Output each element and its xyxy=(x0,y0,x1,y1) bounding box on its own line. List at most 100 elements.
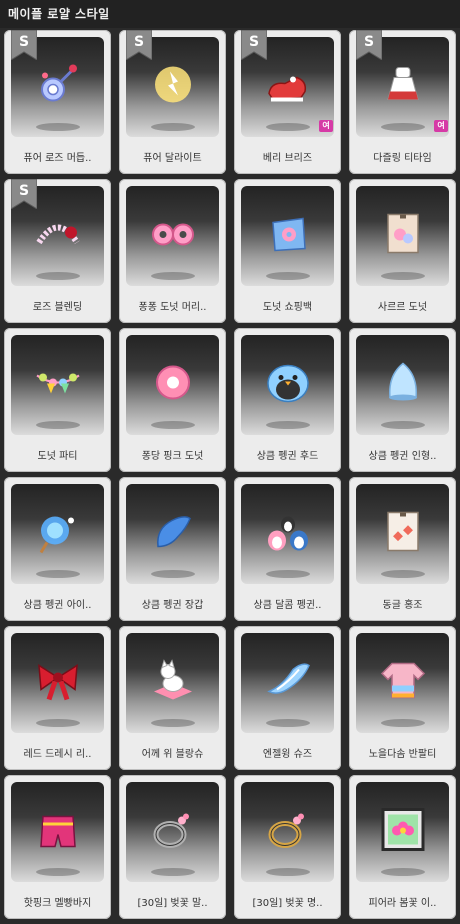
item-preview xyxy=(241,335,334,435)
item-label: 퐁퐁 도넛 머리.. xyxy=(138,302,207,313)
item-card[interactable]: S 로즈 블렌딩 xyxy=(4,179,111,323)
item-shadow xyxy=(380,570,425,578)
item-card[interactable]: 피어라 봄꽃 이.. xyxy=(349,775,456,919)
svg-text:S: S xyxy=(19,34,29,50)
item-preview xyxy=(11,633,104,733)
item-card[interactable]: [30일] 벚꽃 명.. xyxy=(234,775,341,919)
item-card[interactable]: 레드 드레시 리.. xyxy=(4,626,111,770)
item-card[interactable]: S 퓨어 로즈 머듭.. xyxy=(4,30,111,174)
item-preview xyxy=(11,335,104,435)
item-card[interactable]: 사르르 도넛 xyxy=(349,179,456,323)
sunset-tee-icon xyxy=(378,656,428,706)
item-label: 핫핑크 멜빵바지 xyxy=(23,898,92,909)
item-card[interactable]: 핫핑크 멜빵바지 xyxy=(4,775,111,919)
female-badge: 여 xyxy=(434,120,448,132)
svg-text:S: S xyxy=(249,34,259,50)
light-orb-icon xyxy=(148,60,198,110)
rank-s-badge: S xyxy=(10,30,38,61)
item-label: 피어라 봄꽃 이.. xyxy=(368,898,437,909)
item-shadow xyxy=(150,570,195,578)
item-preview xyxy=(241,484,334,584)
item-label: 노을다솜 반팔티 xyxy=(368,749,437,760)
item-card[interactable]: 상큼 펭귄 장갑 xyxy=(119,477,226,621)
penguin-hood-icon xyxy=(263,358,313,408)
rank-s-badge: S xyxy=(355,30,383,61)
item-card[interactable]: S 퓨어 달라이트 xyxy=(119,30,226,174)
item-label: 다즐링 티타임 xyxy=(373,153,432,164)
flower-frame-icon xyxy=(378,805,428,855)
female-badge: 여 xyxy=(319,120,333,132)
item-card[interactable]: 동글 홍조 xyxy=(349,477,456,621)
item-preview xyxy=(126,484,219,584)
item-label: 퓨어 로즈 머듭.. xyxy=(23,153,92,164)
item-preview xyxy=(356,335,449,435)
pink-donut-icon xyxy=(148,358,198,408)
item-label: 베리 브리즈 xyxy=(262,153,313,164)
item-label: 상큼 달콤 펭귄.. xyxy=(253,600,322,611)
item-shadow xyxy=(150,123,195,131)
item-shadow xyxy=(265,421,310,429)
item-shadow xyxy=(265,570,310,578)
svg-text:S: S xyxy=(134,34,144,50)
donut-headband-icon xyxy=(148,209,198,259)
donut-scroll-icon xyxy=(378,209,428,259)
item-shadow xyxy=(265,719,310,727)
item-label: [30일] 벚꽃 말.. xyxy=(137,898,208,909)
item-card[interactable]: 도넛 쇼핑백 xyxy=(234,179,341,323)
donut-garland-icon xyxy=(33,358,83,408)
item-card[interactable]: [30일] 벚꽃 말.. xyxy=(119,775,226,919)
silver-ring-icon xyxy=(148,805,198,855)
donut-bag-icon xyxy=(263,209,313,259)
item-shadow xyxy=(35,570,80,578)
item-label: 도넛 쇼핑백 xyxy=(262,302,313,313)
item-card[interactable]: 상큼 펭귄 인형.. xyxy=(349,328,456,472)
item-preview xyxy=(11,782,104,882)
item-card[interactable]: 도넛 파티 xyxy=(4,328,111,472)
item-shadow xyxy=(265,123,310,131)
item-label: 레드 드레시 리.. xyxy=(23,749,92,760)
item-shadow xyxy=(150,272,195,280)
item-card[interactable]: 엔젤윙 슈즈 xyxy=(234,626,341,770)
item-card[interactable]: 노을다솜 반팔티 xyxy=(349,626,456,770)
item-card[interactable]: 어께 위 블랑슈 xyxy=(119,626,226,770)
white-cat-icon xyxy=(148,656,198,706)
item-preview xyxy=(126,782,219,882)
item-preview xyxy=(126,335,219,435)
item-card[interactable]: 퐁당 핑크 도넛 xyxy=(119,328,226,472)
svg-text:S: S xyxy=(364,34,374,50)
item-label: 퓨어 달라이트 xyxy=(143,153,202,164)
item-label: 엔젤윙 슈즈 xyxy=(262,749,313,760)
item-label: 퐁당 핑크 도넛 xyxy=(141,451,204,462)
item-preview xyxy=(241,633,334,733)
item-card[interactable]: 퐁퐁 도넛 머리.. xyxy=(119,179,226,323)
item-label: 동글 홍조 xyxy=(382,600,423,611)
item-label: 로즈 블렌딩 xyxy=(32,302,83,313)
item-shadow xyxy=(35,272,80,280)
item-shadow xyxy=(35,719,80,727)
item-label: 상큼 펭귄 아이.. xyxy=(23,600,92,611)
blue-glove-icon xyxy=(148,507,198,557)
item-card[interactable]: S 여다즐링 티타임 xyxy=(349,30,456,174)
item-preview xyxy=(126,186,219,286)
item-label: 도넛 파티 xyxy=(37,451,78,462)
svg-text:S: S xyxy=(19,183,29,199)
item-shadow xyxy=(150,868,195,876)
rank-s-badge: S xyxy=(240,30,268,61)
red-shoe-icon xyxy=(263,60,313,110)
item-shadow xyxy=(380,272,425,280)
item-card[interactable]: 상큼 달콤 펭귄.. xyxy=(234,477,341,621)
item-shadow xyxy=(265,272,310,280)
item-preview xyxy=(356,484,449,584)
item-card[interactable]: 상큼 펭귄 아이.. xyxy=(4,477,111,621)
item-card[interactable]: 상큼 펭귄 후드 xyxy=(234,328,341,472)
item-preview xyxy=(241,186,334,286)
item-preview xyxy=(356,782,449,882)
item-shadow xyxy=(380,421,425,429)
item-card[interactable]: S 여베리 브리즈 xyxy=(234,30,341,174)
item-label: 사르르 도넛 xyxy=(377,302,428,313)
item-preview xyxy=(126,633,219,733)
item-grid: S 퓨어 로즈 머듭.. S 퓨어 달라이트 S 여 베리 브리즈 S 여 다즐링 티타임 … xyxy=(4,30,456,919)
item-shadow xyxy=(150,421,195,429)
penguin-icecream-icon xyxy=(33,507,83,557)
red-ribbon-icon xyxy=(33,656,83,706)
